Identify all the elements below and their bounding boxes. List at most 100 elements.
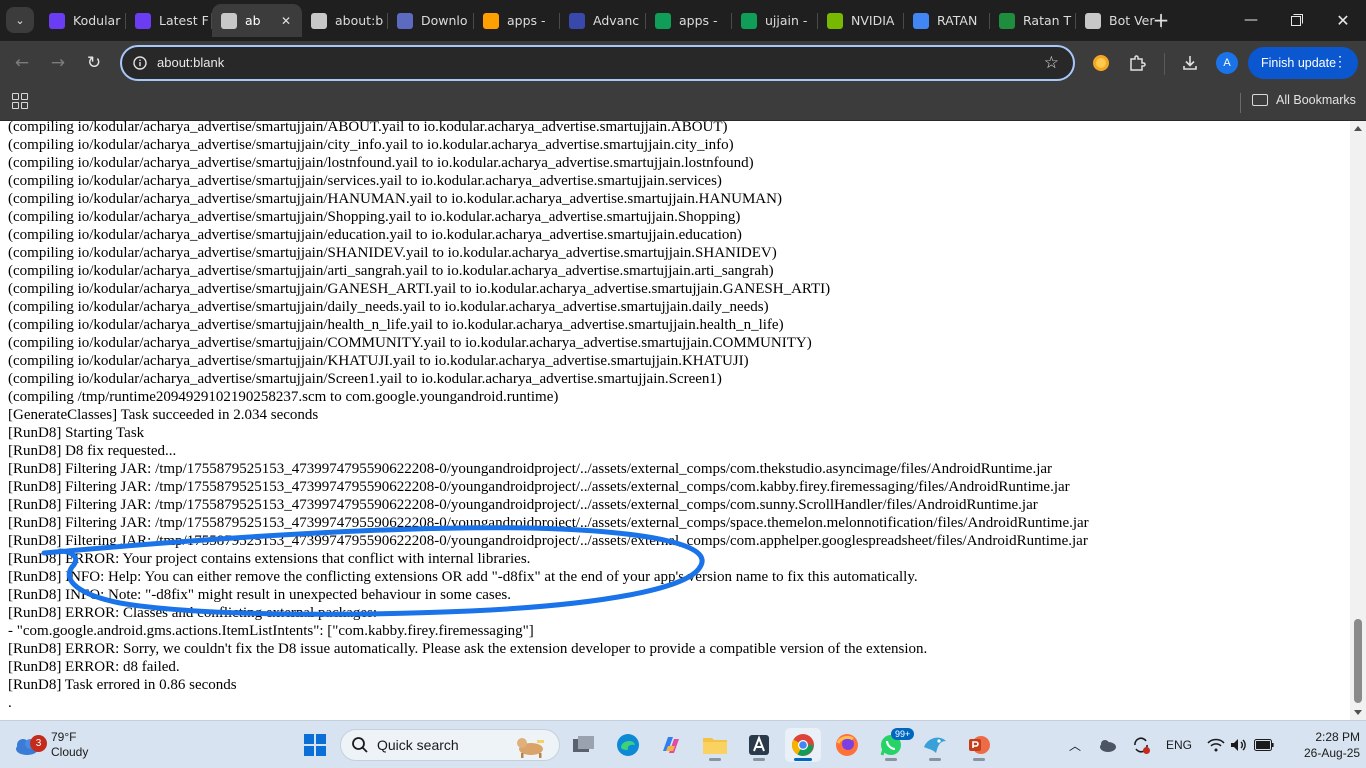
running-indicator: [885, 758, 897, 761]
tab-8[interactable]: ujjain -: [732, 4, 818, 37]
taskbar-edge[interactable]: [610, 728, 646, 762]
log-line: (compiling io/kodular/acharya_advertise/…: [8, 155, 754, 171]
log-line: .: [8, 695, 12, 711]
page-info-icon[interactable]: [132, 55, 148, 71]
taskbar-app-bird[interactable]: [917, 728, 953, 762]
tab-4[interactable]: Downlo: [388, 4, 474, 37]
log-line: (compiling io/kodular/acharya_advertise/…: [8, 353, 749, 369]
tab-5[interactable]: apps -: [474, 4, 560, 37]
show-hidden-icons-button[interactable]: ︿: [1066, 734, 1084, 756]
arrow-right-icon: →: [50, 53, 66, 73]
tab-close-icon[interactable]: ✕: [278, 14, 294, 28]
tab-strip: ⌄ Kodular Latest F ab ✕ about:b Downlo apps - A…: [0, 0, 1366, 41]
onedrive-icon[interactable]: [1096, 734, 1118, 756]
tab-title: ujjain -: [765, 13, 808, 28]
folder-explorer-icon: [703, 738, 727, 754]
taskbar-android-studio[interactable]: [741, 728, 777, 762]
taskbar-copilot[interactable]: [653, 728, 689, 762]
arrow-left-icon: ←: [14, 53, 30, 73]
tab-10[interactable]: RATAN: [904, 4, 990, 37]
tab-2[interactable]: ab ✕: [212, 4, 302, 37]
scroll-down-arrow-icon[interactable]: [1354, 710, 1362, 715]
edge-icon: [617, 734, 639, 756]
apps-grid-icon[interactable]: [12, 93, 28, 109]
tab-title: Kodular: [73, 13, 121, 28]
log-line: (compiling io/kodular/acharya_advertise/…: [8, 335, 812, 351]
kodular-k-icon: [49, 12, 65, 29]
cloud-icon: 3: [12, 730, 47, 760]
tab-list: Kodular Latest F ab ✕ about:b Downlo apps - Adv…: [40, 4, 1162, 37]
bookmarks-bar: All Bookmarks: [0, 85, 1366, 121]
tab-3[interactable]: about:b: [302, 4, 388, 37]
minimize-button[interactable]: —: [1228, 0, 1274, 40]
taskbar-firefox[interactable]: [829, 728, 865, 762]
bookmark-star-icon[interactable]: ☆: [1044, 53, 1059, 73]
tab-7[interactable]: apps -: [646, 4, 732, 37]
log-line: - "com.google.android.gms.actions.ItemLi…: [8, 623, 534, 639]
log-line: (compiling io/kodular/acharya_advertise/…: [8, 209, 741, 225]
all-bookmarks-button[interactable]: All Bookmarks: [1252, 93, 1356, 107]
battery-icon[interactable]: [1253, 734, 1275, 756]
language-indicator[interactable]: ENG: [1164, 734, 1194, 756]
sync-alert-icon[interactable]: [1130, 734, 1152, 756]
log-line: [RunD8] Filtering JAR: /tmp/175587952515…: [8, 461, 1053, 477]
clock[interactable]: 2:28 PM 26-Aug-25: [1304, 729, 1360, 761]
reload-icon: ↻: [86, 53, 102, 73]
taskbar-whatsapp[interactable]: 99+: [873, 728, 915, 762]
scrollbar-thumb[interactable]: [1354, 619, 1362, 703]
log-line: [RunD8] ERROR: Sorry, we couldn't fix th…: [8, 641, 928, 657]
nvidia-icon: [827, 12, 843, 29]
log-line: [RunD8] Starting Task: [8, 425, 145, 441]
restore-icon: [1291, 14, 1303, 26]
log-line: [RunD8] Filtering JAR: /tmp/175587952515…: [8, 479, 1070, 495]
downloads-icon[interactable]: [1180, 53, 1200, 73]
log-line: [RunD8] ERROR: Classes and conflicting e…: [8, 605, 378, 621]
new-tab-button[interactable]: +: [1150, 8, 1172, 32]
finish-update-button[interactable]: Finish update ⋮: [1248, 47, 1358, 79]
tab-1[interactable]: Latest F: [126, 4, 212, 37]
start-button[interactable]: [297, 728, 333, 762]
taskbar-file-explorer[interactable]: [697, 728, 733, 762]
back-button[interactable]: ←: [8, 49, 36, 77]
log-line: [RunD8] Filtering JAR: /tmp/175587952515…: [8, 497, 1038, 513]
tab-title: Latest F: [159, 13, 209, 28]
taskbar-powerpoint[interactable]: [961, 728, 997, 762]
scroll-up-arrow-icon[interactable]: [1354, 126, 1362, 131]
log-line: (compiling io/kodular/acharya_advertise/…: [8, 299, 769, 315]
close-window-button[interactable]: ✕: [1320, 0, 1366, 40]
minimize-icon: —: [1244, 12, 1258, 28]
forward-button[interactable]: →: [44, 49, 72, 77]
volume-icon[interactable]: [1229, 734, 1249, 756]
running-indicator: [973, 758, 985, 761]
profile-avatar[interactable]: A: [1216, 52, 1238, 74]
address-bar[interactable]: about:blank ☆: [120, 45, 1075, 81]
tab-6[interactable]: Advanc: [560, 4, 646, 37]
flow-icon: [397, 12, 413, 29]
weather-widget[interactable]: 3 79°F Cloudy: [12, 727, 88, 763]
weather-temp: 79°F: [51, 730, 77, 744]
rainbow-icon: [569, 12, 585, 29]
wifi-icon[interactable]: [1206, 734, 1226, 756]
tab-11[interactable]: Ratan T: [990, 4, 1076, 37]
log-line: (compiling io/kodular/acharya_advertise/…: [8, 281, 831, 297]
extension-coin-icon[interactable]: [1091, 53, 1111, 73]
android-studio-icon: [749, 735, 769, 755]
search-label: Quick search: [377, 737, 459, 753]
page-scrollbar[interactable]: [1350, 121, 1366, 720]
restore-button[interactable]: [1274, 0, 1320, 40]
tab-0[interactable]: Kodular: [40, 4, 126, 37]
address-text[interactable]: about:blank: [157, 55, 224, 70]
tab-search-button[interactable]: ⌄: [6, 7, 34, 33]
tab-title: apps -: [507, 13, 546, 28]
log-line: (compiling io/kodular/acharya_advertise/…: [8, 227, 742, 243]
log-line: (compiling io/kodular/acharya_advertise/…: [8, 191, 782, 207]
log-line: [RunD8] ERROR: Your project contains ext…: [8, 551, 531, 567]
taskbar-task-view[interactable]: [566, 728, 602, 762]
reload-button[interactable]: ↻: [80, 49, 108, 77]
extensions-puzzle-icon[interactable]: [1127, 53, 1147, 73]
taskbar-chrome[interactable]: [785, 728, 821, 762]
tab-9[interactable]: NVIDIA: [818, 4, 904, 37]
running-indicator: [929, 758, 941, 761]
log-line: [RunD8] ERROR: d8 failed.: [8, 659, 180, 675]
taskbar-search[interactable]: Quick search: [340, 729, 560, 761]
